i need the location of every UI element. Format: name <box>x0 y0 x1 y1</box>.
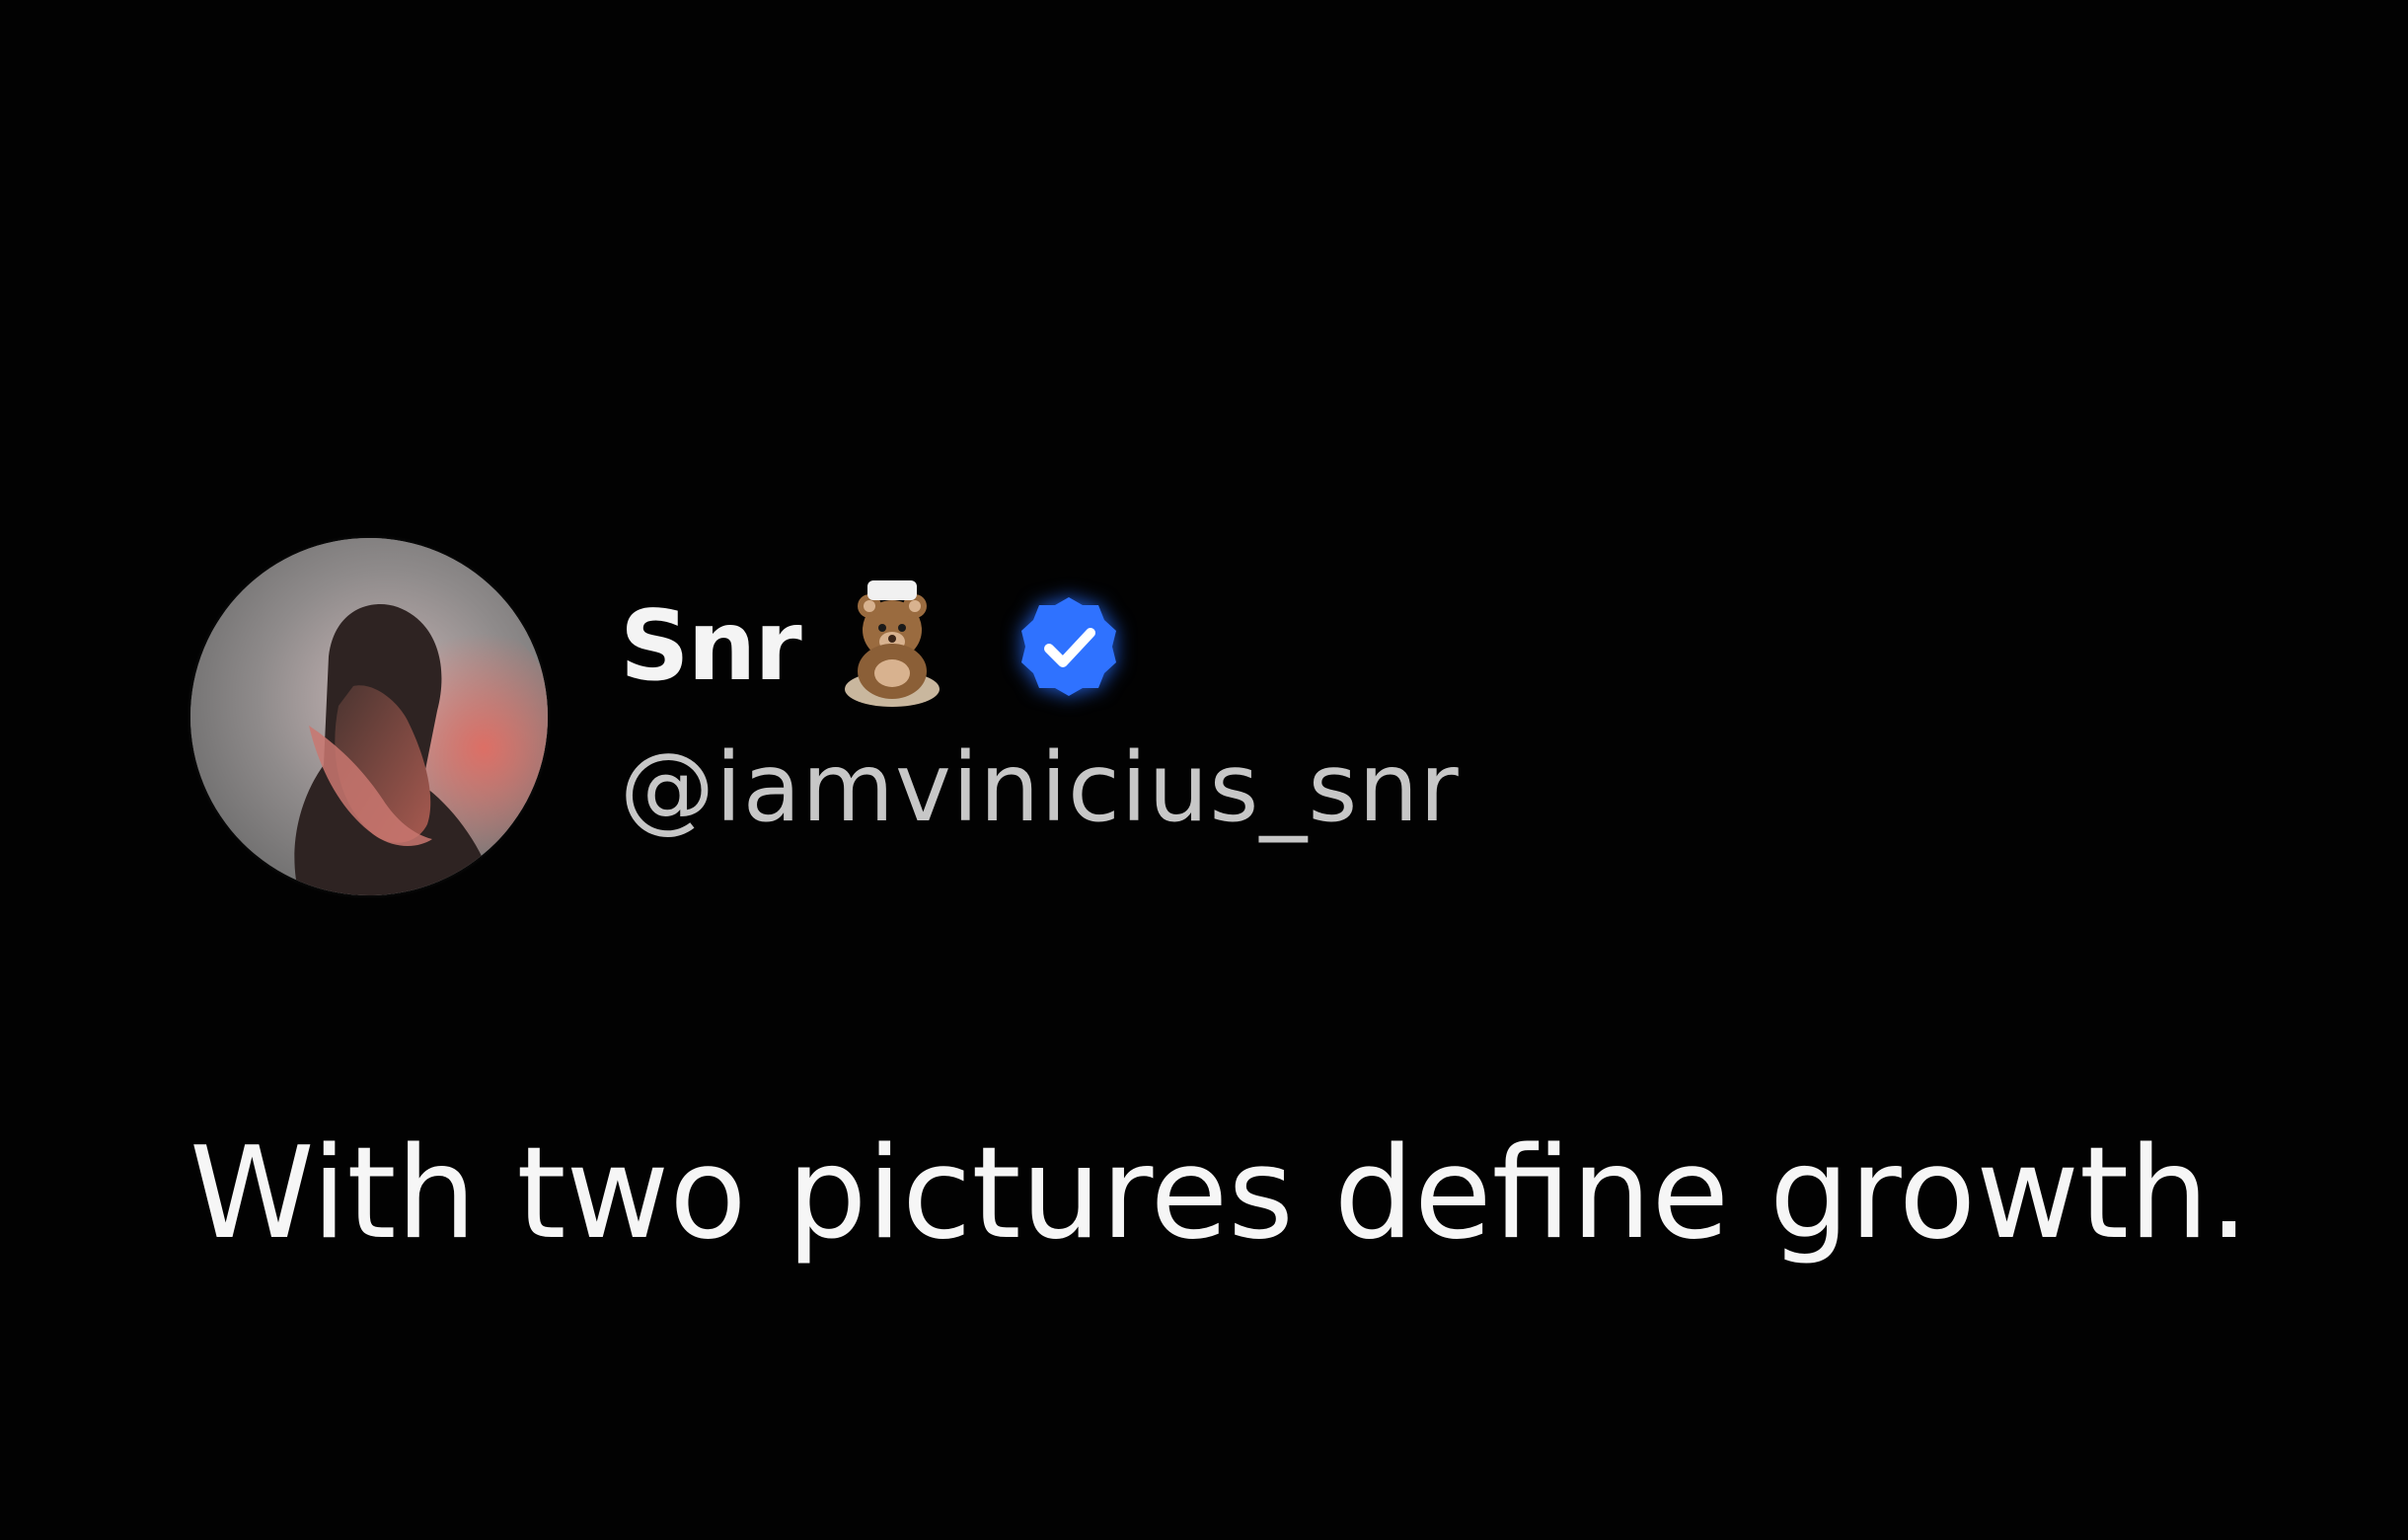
verified-badge-icon <box>1020 597 1116 696</box>
author-handle[interactable]: @iamvinicius_snr <box>620 740 1460 835</box>
author-name-row: Snr <box>620 568 1124 726</box>
profile-avatar <box>190 538 548 895</box>
display-name[interactable]: Snr <box>620 598 802 695</box>
post-card: Snr @iamvinicius_snr With two pictures d… <box>0 0 2408 1540</box>
post-text: With two pictures define growth. <box>189 1120 2249 1268</box>
teddy-bear-icon <box>844 580 940 707</box>
page: Snr @iamvinicius_snr With two pictures d… <box>0 0 2408 1540</box>
avatar[interactable] <box>190 538 548 895</box>
